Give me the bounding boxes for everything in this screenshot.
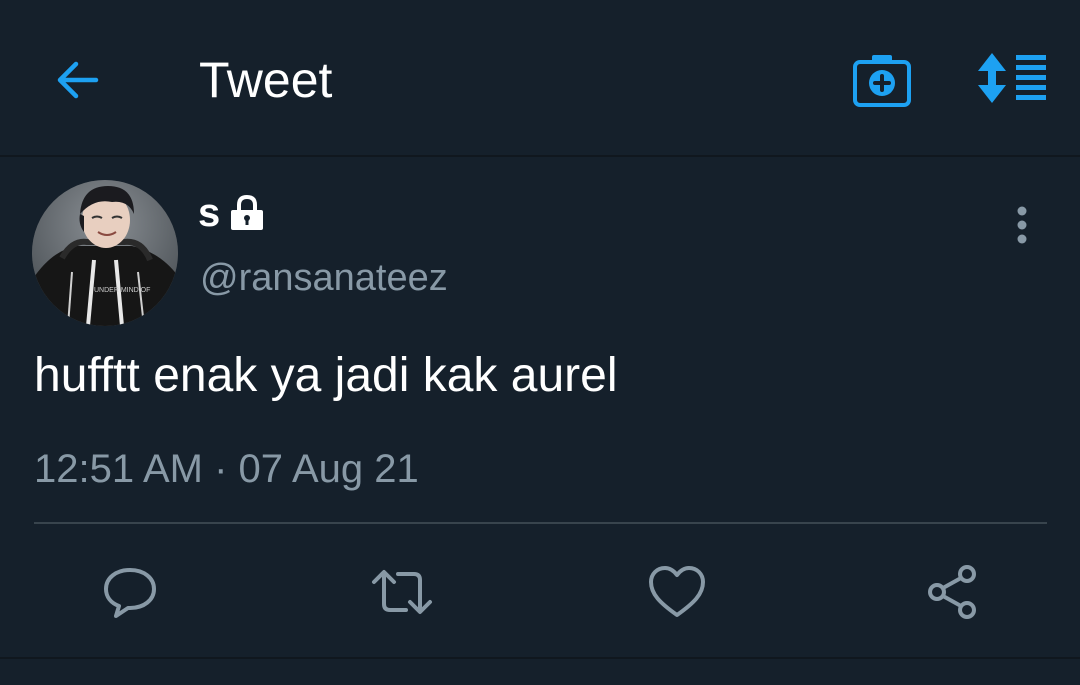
heart-icon: [649, 566, 705, 617]
tweet-timestamp: 12:51 AM · 07 Aug 21: [34, 447, 419, 491]
divider: [34, 522, 1047, 524]
arrow-left-icon: [57, 61, 99, 99]
share-icon: [928, 565, 976, 619]
more-options-button[interactable]: [1002, 200, 1042, 250]
divider: [0, 657, 1080, 659]
camera-button[interactable]: [848, 48, 916, 112]
sort-list-icon: [978, 53, 1046, 103]
sort-button[interactable]: [972, 48, 1054, 108]
share-button[interactable]: [918, 558, 986, 626]
display-name[interactable]: s: [198, 188, 266, 238]
more-vertical-icon: [1017, 206, 1027, 244]
back-button[interactable]: [48, 52, 104, 108]
retweet-button[interactable]: [368, 558, 436, 626]
like-button[interactable]: [643, 558, 711, 626]
reply-button[interactable]: [96, 558, 164, 626]
reply-icon: [104, 568, 156, 618]
avatar[interactable]: UNDER MIND OF: [32, 180, 178, 326]
lock-icon: [228, 194, 266, 232]
camera-plus-icon: [853, 55, 911, 107]
username-handle[interactable]: @ransanateez: [200, 255, 448, 301]
tweet-text: hufftt enak ya jadi kak aurel: [34, 349, 618, 402]
retweet-icon: [372, 570, 432, 614]
page-title: Tweet: [199, 52, 333, 108]
display-name-text: s: [198, 191, 221, 235]
top-app-bar: Tweet: [0, 0, 1080, 157]
profile-photo: UNDER MIND OF: [32, 180, 178, 326]
avatar-shirt-text: UNDER MIND OF: [94, 287, 150, 294]
